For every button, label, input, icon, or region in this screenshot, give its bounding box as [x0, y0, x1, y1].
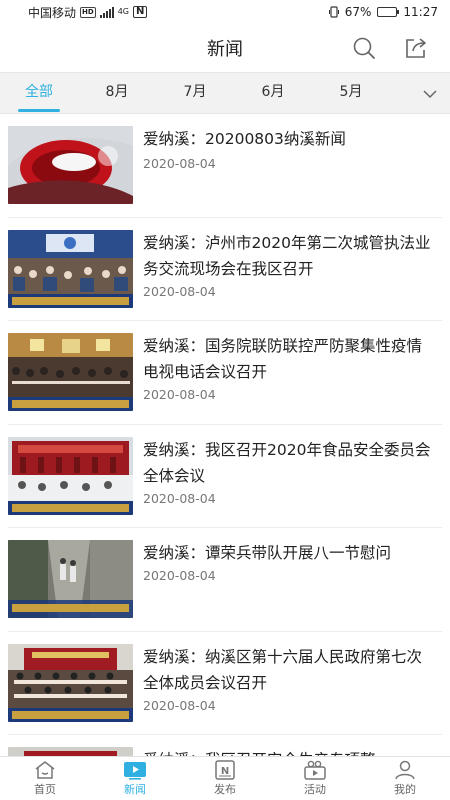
page-title: 新闻	[207, 39, 243, 60]
battery-percent: 67%	[344, 5, 372, 19]
tabs-expand-button[interactable]	[420, 84, 440, 104]
search-icon	[353, 37, 375, 59]
news-thumbnail	[8, 333, 133, 411]
news-date: 2020-08-04	[143, 283, 216, 299]
nav-label: 我的	[394, 783, 416, 796]
month-tabs: 全部 8月 7月 6月 5月	[0, 72, 450, 114]
nav-label: 活动	[304, 783, 326, 796]
tab-may[interactable]: 5月	[312, 72, 390, 114]
status-bar: 中国移动 HD 4G N 67% 11:27	[0, 0, 450, 24]
nav-profile[interactable]: 我的	[360, 757, 450, 800]
bottom-nav: 首页 新闻 N 发布 活动 我的	[0, 756, 450, 800]
news-item[interactable]: 爱纳溪：谭荣兵带队开展八一节慰问 2020-08-04	[8, 528, 442, 632]
nav-label: 新闻	[124, 783, 146, 796]
news-thumbnail	[8, 229, 133, 308]
news-date: 2020-08-04	[143, 156, 216, 171]
tab-label: 全部	[25, 84, 53, 100]
news-text: 爱纳溪：我区召开2020年食品安全委员会全体会议 2020-08-04	[143, 437, 436, 506]
carrier-name: 中国移动	[28, 5, 77, 20]
network-type: 4G	[117, 7, 129, 16]
search-button[interactable]	[350, 34, 378, 62]
tab-august[interactable]: 8月	[78, 72, 156, 114]
news-title: 爱纳溪：我区召开2020年食品安全委员会全体会议	[143, 440, 431, 485]
news-text: 爱纳溪：我区召开安全生产专项整	[143, 747, 436, 756]
news-list[interactable]: 爱纳溪：20200803纳溪新闻 2020-08-04 爱纳溪：泸州市2020年…	[0, 114, 450, 756]
news-title: 爱纳溪：我区召开安全生产专项整	[143, 747, 436, 756]
news-title: 爱纳溪：泸州市2020年第二次城管执法业务交流现场会在我区召开	[143, 233, 431, 278]
news-title: 爱纳溪：谭荣兵带队开展八一节慰问	[143, 544, 392, 562]
news-tv-icon	[124, 762, 146, 780]
news-thumbnail	[8, 126, 133, 204]
chevron-down-icon	[423, 90, 437, 99]
status-left: 中国移动 HD 4G N	[28, 4, 148, 21]
battery-icon	[377, 7, 400, 17]
home-icon	[35, 761, 55, 779]
news-item[interactable]: 爱纳溪：国务院联防联控严防聚集性疫情电视电话会议召开 2020-08-04	[8, 321, 442, 425]
tab-all[interactable]: 全部	[0, 72, 78, 114]
news-title: 爱纳溪：20200803纳溪新闻	[143, 130, 346, 148]
news-title: 爱纳溪：纳溪区第十六届人民政府第七次全体成员会议召开	[143, 647, 423, 692]
news-thumbnail	[8, 747, 133, 756]
news-text: 爱纳溪：泸州市2020年第二次城管执法业务交流现场会在我区召开 2020-08-…	[143, 230, 436, 299]
news-item[interactable]: 爱纳溪：我区召开安全生产专项整	[8, 735, 442, 756]
news-thumbnail	[8, 643, 133, 722]
news-item[interactable]: 爱纳溪：纳溪区第十六届人民政府第七次全体成员会议召开 2020-08-04	[8, 632, 442, 735]
news-date: 2020-08-04	[143, 568, 216, 583]
news-title: 爱纳溪：国务院联防联控严防聚集性疫情电视电话会议召开	[143, 337, 423, 381]
activity-icon	[304, 760, 326, 780]
nav-label: 发布	[214, 783, 236, 796]
news-item[interactable]: 爱纳溪：我区召开2020年食品安全委员会全体会议 2020-08-04	[8, 425, 442, 528]
vibrate-icon	[328, 6, 339, 18]
news-text: 爱纳溪：纳溪区第十六届人民政府第七次全体成员会议召开 2020-08-04	[143, 644, 436, 713]
nav-label: 首页	[34, 783, 56, 796]
nfc-icon: N	[132, 6, 148, 18]
svg-text:N: N	[221, 766, 229, 777]
news-item[interactable]: 爱纳溪：20200803纳溪新闻 2020-08-04	[8, 114, 442, 218]
nav-activity[interactable]: 活动	[270, 757, 360, 800]
header-actions	[350, 34, 430, 62]
clock: 11:27	[403, 5, 438, 19]
publish-icon: N	[215, 760, 235, 780]
share-button[interactable]	[402, 34, 430, 62]
tab-label: 6月	[261, 84, 285, 100]
tab-june[interactable]: 6月	[234, 72, 312, 114]
nav-home[interactable]: 首页	[0, 757, 90, 800]
news-text: 爱纳溪：谭荣兵带队开展八一节慰问 2020-08-04	[143, 540, 436, 583]
tab-label: 5月	[339, 84, 363, 100]
tab-july[interactable]: 7月	[156, 72, 234, 114]
profile-icon	[395, 760, 415, 780]
news-item[interactable]: 爱纳溪：泸州市2020年第二次城管执法业务交流现场会在我区召开 2020-08-…	[8, 218, 442, 321]
news-text: 爱纳溪：国务院联防联控严防聚集性疫情电视电话会议召开 2020-08-04	[143, 333, 436, 402]
tab-label: 7月	[183, 84, 207, 100]
status-right: 67% 11:27	[328, 5, 438, 19]
news-thumbnail	[8, 540, 133, 618]
news-thumbnail	[8, 436, 133, 515]
news-date: 2020-08-04	[143, 387, 216, 402]
hd-badge: HD	[80, 6, 96, 18]
signal-icon	[99, 6, 114, 18]
tab-label: 8月	[105, 84, 129, 100]
nav-news[interactable]: 新闻	[90, 757, 180, 800]
nav-publish[interactable]: N 发布	[180, 757, 270, 800]
news-text: 爱纳溪：20200803纳溪新闻 2020-08-04	[143, 126, 436, 171]
app-header: 新闻	[0, 24, 450, 72]
news-date: 2020-08-04	[143, 697, 216, 713]
news-date: 2020-08-04	[143, 490, 216, 506]
share-icon	[406, 38, 426, 58]
